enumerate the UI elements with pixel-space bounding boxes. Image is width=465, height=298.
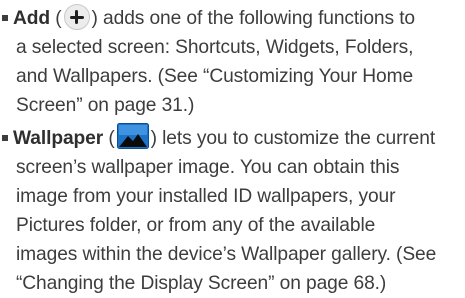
open-paren: ( xyxy=(55,8,62,29)
line-text: “Changing the Display Screen” on page 68… xyxy=(16,273,387,294)
line-text: Pictures folder, or from any of the avai… xyxy=(16,215,376,236)
plus-circle-icon xyxy=(63,4,90,30)
term-add: Add xyxy=(13,8,50,29)
wallpaper-landscape-icon xyxy=(116,123,149,149)
line-text: ) adds one of the following functions to xyxy=(91,8,416,29)
line-text: screen’s wallpaper image. You can obtain… xyxy=(16,157,400,178)
list-item-wallpaper: Wallpaper ( ) lets you to customize the c… xyxy=(2,123,462,298)
open-paren: ( xyxy=(108,128,115,149)
bullet-icon xyxy=(2,15,8,21)
list-item-add: Add ( ) adds one of the following functio… xyxy=(2,4,462,120)
line-text: a selected screen: Shortcuts, Widgets, F… xyxy=(16,37,414,58)
document-page: Add ( ) adds one of the following functio… xyxy=(0,0,465,294)
term-wallpaper: Wallpaper xyxy=(13,128,104,149)
line-text: ) lets you to customize the current xyxy=(150,128,436,149)
line-text: image from your installed ID wallpapers,… xyxy=(16,186,396,207)
bullet-icon xyxy=(2,135,8,141)
line-text: and Wallpapers. (See “Customizing Your H… xyxy=(16,66,414,87)
line-text: images within the device’s Wallpaper gal… xyxy=(16,244,437,265)
line-text: Screen” on page 31.) xyxy=(16,95,195,116)
list-item-line: Wallpaper ( ) lets you to customize the c… xyxy=(2,123,462,153)
list-item-line: Add ( ) adds one of the following functio… xyxy=(2,4,462,33)
